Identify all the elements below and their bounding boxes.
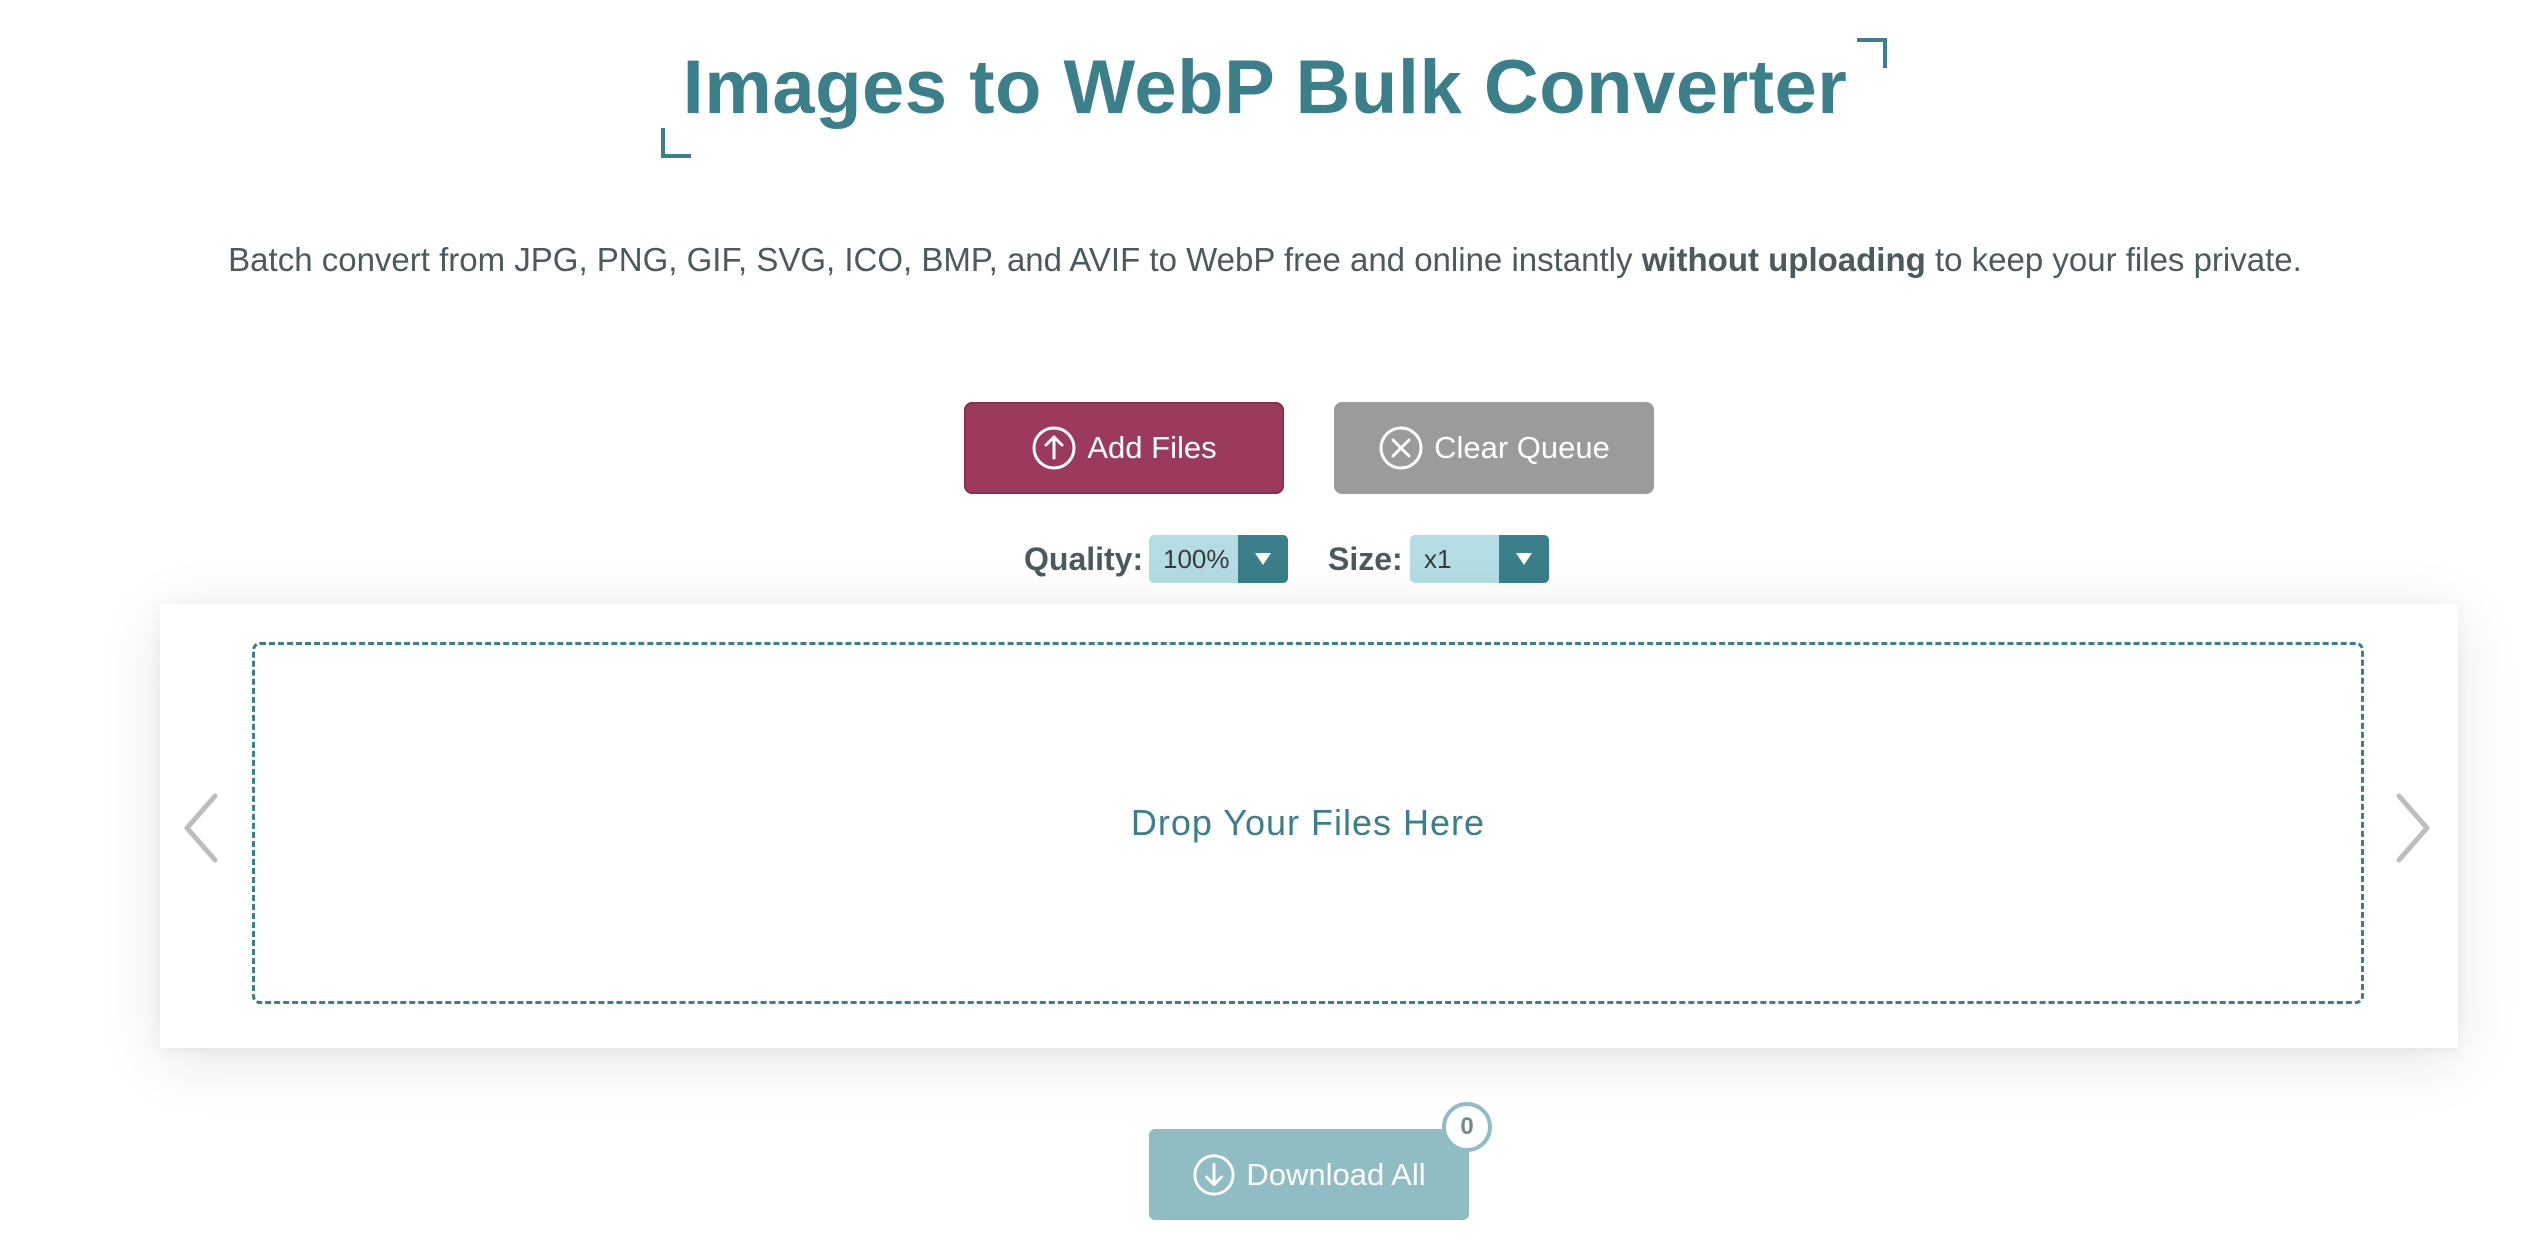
add-files-label: Add Files: [1087, 430, 1217, 465]
quality-select[interactable]: 100%: [1149, 535, 1288, 583]
page: Images to WebP Bulk Converter Batch conv…: [0, 0, 2530, 1242]
header: Images to WebP Bulk Converter: [0, 38, 2530, 158]
page-description: Batch convert from JPG, PNG, GIF, SVG, I…: [0, 236, 2530, 284]
clear-queue-label: Clear Queue: [1434, 430, 1610, 465]
download-circle-icon: [1192, 1153, 1236, 1197]
description-text-end: to keep your files private.: [1925, 241, 2302, 278]
chevron-down-icon: [1499, 535, 1549, 583]
upload-circle-icon: [1031, 425, 1077, 471]
title-corner-bracket-right: [1857, 38, 1888, 68]
add-files-button[interactable]: Add Files: [964, 402, 1284, 494]
close-circle-icon: [1378, 425, 1424, 471]
file-dropzone[interactable]: Drop Your Files Here: [252, 642, 2364, 1004]
description-text: Batch convert from JPG, PNG, GIF, SVG, I…: [228, 241, 1642, 278]
quality-label: Quality:: [1024, 541, 1144, 577]
page-title-text: Images to WebP Bulk Converter: [682, 45, 1848, 130]
carousel-prev-button[interactable]: [176, 790, 226, 870]
size-select[interactable]: x1: [1410, 535, 1549, 583]
chevron-right-icon: [2393, 792, 2433, 869]
dropzone-text: Drop Your Files Here: [1130, 802, 1486, 843]
download-all-label: Download All: [1246, 1156, 1426, 1192]
size-select-value: x1: [1424, 543, 1452, 574]
chevron-left-icon: [181, 792, 221, 869]
quality-select-value: 100%: [1163, 543, 1230, 574]
download-count-badge: 0: [1442, 1102, 1492, 1152]
page-title: Images to WebP Bulk Converter: [660, 38, 1888, 158]
chevron-down-icon: [1238, 535, 1288, 583]
title-corner-bracket-left: [660, 128, 691, 158]
description-emphasis: without uploading: [1641, 241, 1926, 278]
carousel-next-button[interactable]: [2388, 790, 2438, 870]
file-queue-panel: Drop Your Files Here: [160, 604, 2458, 1048]
clear-queue-button[interactable]: Clear Queue: [1334, 402, 1654, 494]
download-all-button[interactable]: Download All: [1149, 1129, 1469, 1220]
size-label: Size:: [1328, 541, 1403, 577]
